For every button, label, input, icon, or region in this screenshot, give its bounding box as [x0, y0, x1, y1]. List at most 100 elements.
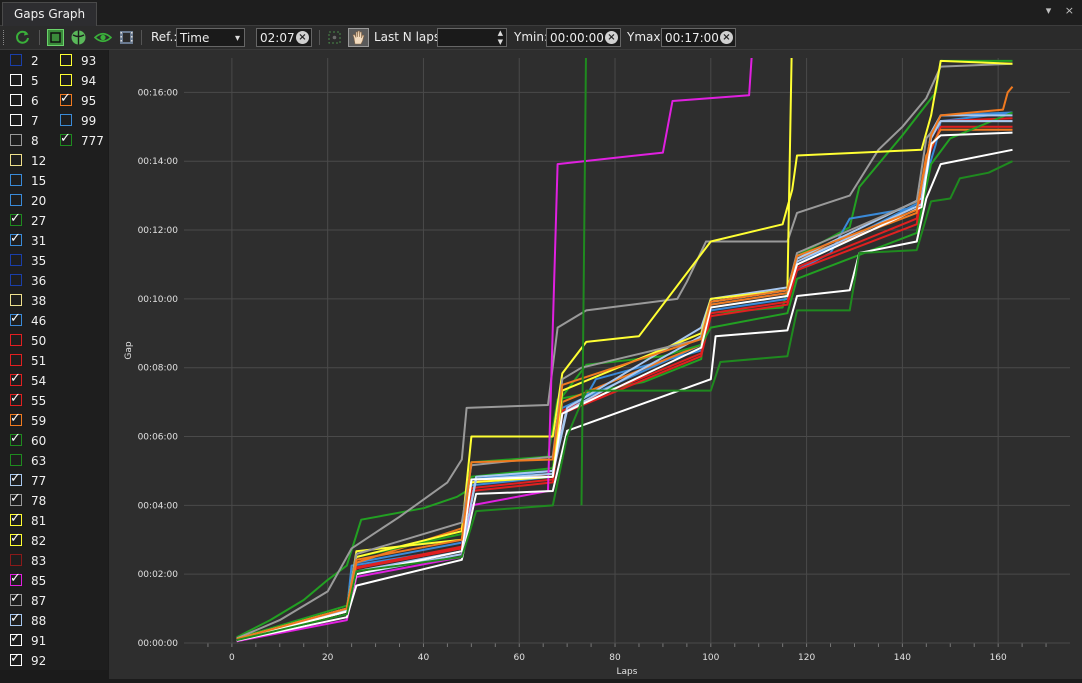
- spin-down-icon[interactable]: ▼: [498, 38, 503, 46]
- last-n-laps-input[interactable]: ▲ ▼: [437, 28, 507, 47]
- driver-checkbox-55[interactable]: ✓ 55: [10, 391, 56, 410]
- refresh-icon[interactable]: [14, 29, 31, 46]
- driver-checkbox-83[interactable]: 83: [10, 552, 56, 570]
- driver-number-label: 78: [31, 494, 47, 508]
- checkbox-box[interactable]: ✓: [10, 371, 22, 386]
- driver-checkbox-38[interactable]: 38: [10, 292, 56, 310]
- checkbox-box[interactable]: [10, 274, 22, 286]
- checkbox-box[interactable]: [10, 74, 22, 86]
- checkbox-box[interactable]: ✓: [10, 211, 22, 226]
- driver-checkbox-777[interactable]: ✓ 777: [60, 131, 106, 150]
- checkbox-box[interactable]: [10, 554, 22, 566]
- driver-checkbox-85[interactable]: ✓ 85: [10, 571, 56, 590]
- clear-icon[interactable]: ×: [296, 31, 309, 44]
- checkbox-box[interactable]: ✓: [10, 571, 22, 586]
- driver-checkbox-87[interactable]: ✓ 87: [10, 591, 56, 610]
- checkbox-box[interactable]: ✓: [10, 631, 22, 646]
- checkbox-box[interactable]: ✓: [10, 471, 22, 486]
- driver-checkbox-94[interactable]: 94: [60, 72, 106, 90]
- driver-checkbox-35[interactable]: 35: [10, 252, 56, 270]
- checkbox-box[interactable]: ✓: [10, 511, 22, 526]
- driver-checkbox-99[interactable]: 99: [60, 112, 106, 130]
- clear-icon[interactable]: ×: [720, 31, 733, 44]
- checkbox-box[interactable]: [10, 194, 22, 206]
- ref-select[interactable]: Time ▾: [176, 28, 245, 47]
- gaps-chart[interactable]: 0 20 40 60 80 100 120 140 160 00:00:00 00:02:00 00:…: [109, 50, 1082, 679]
- clear-icon[interactable]: ×: [605, 31, 618, 44]
- y-tick-label: 00:00:00: [138, 639, 179, 649]
- driver-checkbox-51[interactable]: 51: [10, 352, 56, 370]
- eye-icon[interactable]: [93, 29, 113, 46]
- driver-checkbox-78[interactable]: ✓ 78: [10, 491, 56, 510]
- driver-checkbox-6[interactable]: 6: [10, 92, 56, 110]
- driver-checkbox-63[interactable]: 63: [10, 452, 56, 470]
- fit-view-icon[interactable]: [47, 29, 64, 46]
- checkbox-box[interactable]: [60, 114, 72, 126]
- driver-checkbox-60[interactable]: ✓ 60: [10, 431, 56, 450]
- driver-checkbox-88[interactable]: ✓ 88: [10, 611, 56, 630]
- driver-number-label: 91: [31, 634, 47, 648]
- driver-checkbox-77[interactable]: ✓ 77: [10, 471, 56, 490]
- globe-icon[interactable]: [70, 29, 87, 46]
- checkbox-box[interactable]: ✓: [60, 131, 72, 146]
- driver-checkbox-12[interactable]: 12: [10, 152, 56, 170]
- driver-checkbox-15[interactable]: 15: [10, 172, 56, 190]
- checkbox-box[interactable]: [10, 94, 22, 106]
- driver-checkbox-59[interactable]: ✓ 59: [10, 411, 56, 430]
- driver-checkbox-50[interactable]: 50: [10, 332, 56, 350]
- checkbox-box[interactable]: ✓: [60, 91, 72, 106]
- film-icon[interactable]: [118, 29, 135, 46]
- driver-number-label: 54: [31, 374, 47, 388]
- checkbox-box[interactable]: ✓: [10, 431, 22, 446]
- checkbox-box[interactable]: ✓: [10, 491, 22, 506]
- driver-checkbox-5[interactable]: 5: [10, 72, 56, 90]
- driver-checkbox-31[interactable]: ✓ 31: [10, 231, 56, 250]
- checkbox-box[interactable]: [10, 54, 22, 66]
- checkbox-box[interactable]: [60, 54, 72, 66]
- driver-checkbox-36[interactable]: 36: [10, 272, 56, 290]
- driver-checkbox-46[interactable]: ✓ 46: [10, 311, 56, 330]
- toolbar-grip[interactable]: [3, 30, 7, 45]
- driver-checkbox-95[interactable]: ✓ 95: [60, 91, 106, 110]
- checkbox-box[interactable]: ✓: [10, 411, 22, 426]
- checkbox-box[interactable]: ✓: [10, 651, 22, 666]
- checkbox-box[interactable]: [10, 114, 22, 126]
- checkbox-box[interactable]: ✓: [10, 531, 22, 546]
- driver-checkbox-82[interactable]: ✓ 82: [10, 531, 56, 550]
- checkbox-box[interactable]: [10, 174, 22, 186]
- ymin-field[interactable]: 00:00:00 ×: [546, 28, 621, 47]
- close-icon[interactable]: ×: [1065, 4, 1074, 17]
- driver-checkbox-8[interactable]: 8: [10, 132, 56, 150]
- checkbox-box[interactable]: ✓: [10, 231, 22, 246]
- checkbox-box[interactable]: ✓: [10, 611, 22, 626]
- ymax-field[interactable]: 00:17:00 ×: [661, 28, 736, 47]
- checkmark-icon: ✓: [10, 211, 21, 226]
- driver-checkbox-2[interactable]: 2: [10, 52, 56, 70]
- driver-number-label: 7: [31, 114, 39, 128]
- driver-checkbox-91[interactable]: ✓ 91: [10, 631, 56, 650]
- hand-icon[interactable]: [348, 28, 369, 47]
- crosshair-icon[interactable]: [326, 29, 343, 46]
- checkbox-box[interactable]: ✓: [10, 311, 22, 326]
- driver-checkbox-93[interactable]: 93: [60, 52, 106, 70]
- checkbox-box[interactable]: [10, 454, 22, 466]
- driver-checkbox-92[interactable]: ✓ 92: [10, 651, 56, 670]
- checkbox-box[interactable]: ✓: [10, 391, 22, 406]
- checkbox-box[interactable]: [10, 254, 22, 266]
- checkbox-box[interactable]: [10, 134, 22, 146]
- checkbox-box[interactable]: [10, 154, 22, 166]
- driver-checkbox-81[interactable]: ✓ 81: [10, 511, 56, 530]
- driver-checkbox-54[interactable]: ✓ 54: [10, 371, 56, 390]
- dropdown-arrow-icon[interactable]: ▾: [1046, 4, 1052, 17]
- checkbox-box[interactable]: ✓: [10, 591, 22, 606]
- checkbox-box[interactable]: [10, 294, 22, 306]
- time-field[interactable]: 02:07 ×: [256, 28, 312, 47]
- driver-checkbox-27[interactable]: ✓ 27: [10, 211, 56, 230]
- driver-checkbox-7[interactable]: 7: [10, 112, 56, 130]
- checkbox-box[interactable]: [10, 354, 22, 366]
- spin-up-icon[interactable]: ▲: [498, 29, 503, 37]
- driver-checkbox-20[interactable]: 20: [10, 192, 56, 210]
- checkbox-box[interactable]: [10, 334, 22, 346]
- checkbox-box[interactable]: [60, 74, 72, 86]
- tab-gaps-graph[interactable]: Gaps Graph: [2, 2, 98, 26]
